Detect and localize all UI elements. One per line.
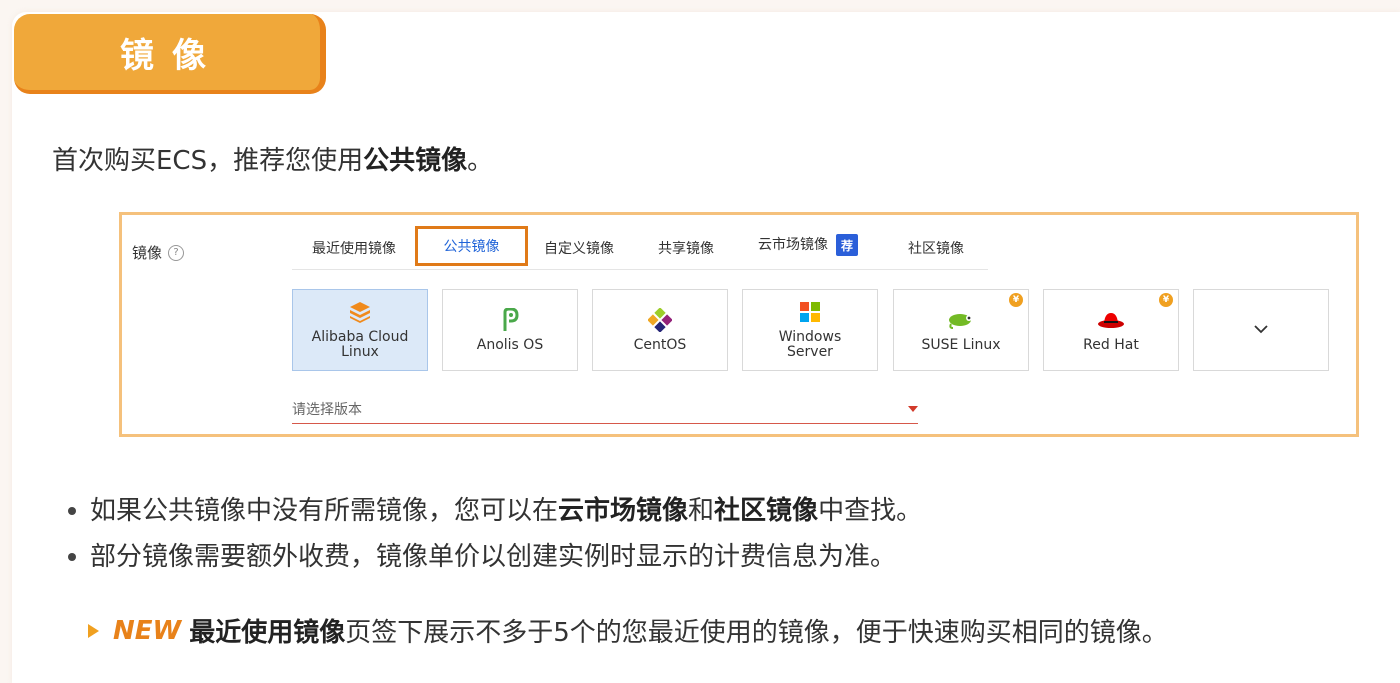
- red-hat-icon: [1097, 308, 1125, 332]
- alibaba-cloud-linux-icon: [348, 300, 372, 324]
- new-label: NEW: [113, 615, 182, 646]
- bullet-text: 部分镜像需要额外收费，镜像单价以创建实例时显示的计费信息为准。: [90, 542, 897, 572]
- tab-shared-images[interactable]: 共享镜像: [658, 238, 714, 258]
- tab-marketplace-images[interactable]: 云市场镜像荐: [758, 234, 858, 256]
- recommend-badge: 荐: [836, 234, 858, 256]
- help-icon[interactable]: ?: [168, 244, 185, 261]
- image-label-text: 镜像: [132, 244, 163, 262]
- os-card-centos[interactable]: CentOS: [592, 289, 728, 371]
- bullet-text: 中查找。: [818, 496, 923, 526]
- note-text: 页签下展示不多于5个的您最近使用的镜像，便于快速购买相同的镜像。: [345, 618, 1168, 648]
- triangle-right-icon: [88, 623, 99, 638]
- bullet-dot: [68, 507, 76, 515]
- list-item: 部分镜像需要额外收费，镜像单价以创建实例时显示的计费信息为准。: [68, 534, 922, 580]
- tab-community-images[interactable]: 社区镜像: [908, 238, 964, 258]
- section-title: 镜像: [120, 35, 224, 76]
- list-item: 如果公共镜像中没有所需镜像，您可以在 云市场镜像和社区镜像 中查找。: [68, 488, 922, 534]
- note-bold: 最近使用镜像: [189, 618, 346, 648]
- paid-badge: ¥: [1009, 293, 1023, 307]
- image-selector-panel: 镜像 ? 最近使用镜像 公共镜像 自定义镜像 共享镜像 云市场镜像荐 社区镜像 …: [119, 212, 1359, 437]
- os-name: SUSE Linux: [921, 336, 1001, 353]
- notes-list: 如果公共镜像中没有所需镜像，您可以在 云市场镜像和社区镜像 中查找。 部分镜像需要额…: [68, 488, 922, 580]
- anolis-os-icon: [500, 307, 520, 332]
- bullet-text: 如果公共镜像中没有所需镜像，您可以在: [90, 496, 559, 526]
- intro-text: 首次购买ECS，推荐您使用公共镜像。: [52, 140, 493, 177]
- os-name: Alibaba Cloud Linux: [311, 329, 409, 360]
- version-select[interactable]: 请选择版本: [292, 399, 918, 424]
- intro-suffix: 。: [467, 146, 494, 176]
- os-card-suse-linux[interactable]: ¥ SUSE Linux: [893, 289, 1029, 371]
- tab-custom-images[interactable]: 自定义镜像: [544, 238, 614, 258]
- new-feature-note: NEW 最近使用镜像 页签下展示不多于5个的您最近使用的镜像，便于快速购买相同的镜…: [88, 612, 1168, 649]
- tab-marketplace-label: 云市场镜像: [758, 237, 828, 253]
- image-label: 镜像 ?: [132, 242, 185, 263]
- os-name: CentOS: [633, 336, 687, 353]
- windows-icon: [799, 300, 821, 324]
- bullet-bold: 云市场镜像: [558, 496, 689, 526]
- bullet-bold: 社区镜像: [714, 496, 819, 526]
- os-name: Anolis OS: [476, 336, 544, 353]
- tab-public-images[interactable]: 公共镜像: [415, 226, 528, 266]
- intro-bold: 公共镜像: [363, 146, 468, 176]
- os-card-anolis-os[interactable]: Anolis OS: [442, 289, 578, 371]
- suse-chameleon-icon: [947, 308, 975, 332]
- caret-down-icon: [908, 406, 918, 412]
- centos-icon: [648, 307, 672, 332]
- more-os-button[interactable]: [1193, 289, 1329, 371]
- os-name: Windows Server: [778, 329, 842, 360]
- intro-prefix: 首次购买ECS，推荐您使用: [52, 146, 364, 176]
- section-title-tab: 镜像: [14, 14, 326, 94]
- tab-recent-images[interactable]: 最近使用镜像: [312, 238, 396, 258]
- paid-badge: ¥: [1159, 293, 1173, 307]
- bullet-text: 和: [688, 496, 715, 526]
- version-placeholder: 请选择版本: [292, 402, 362, 418]
- os-name: Red Hat: [1083, 336, 1139, 353]
- os-card-windows-server[interactable]: Windows Server: [742, 289, 878, 371]
- os-card-red-hat[interactable]: ¥ Red Hat: [1043, 289, 1179, 371]
- image-type-tabs: 最近使用镜像 公共镜像 自定义镜像 共享镜像 云市场镜像荐 社区镜像: [292, 225, 988, 270]
- os-card-alibaba-cloud-linux[interactable]: Alibaba Cloud Linux: [292, 289, 428, 371]
- chevron-down-icon: [1253, 322, 1269, 338]
- bullet-dot: [68, 553, 76, 561]
